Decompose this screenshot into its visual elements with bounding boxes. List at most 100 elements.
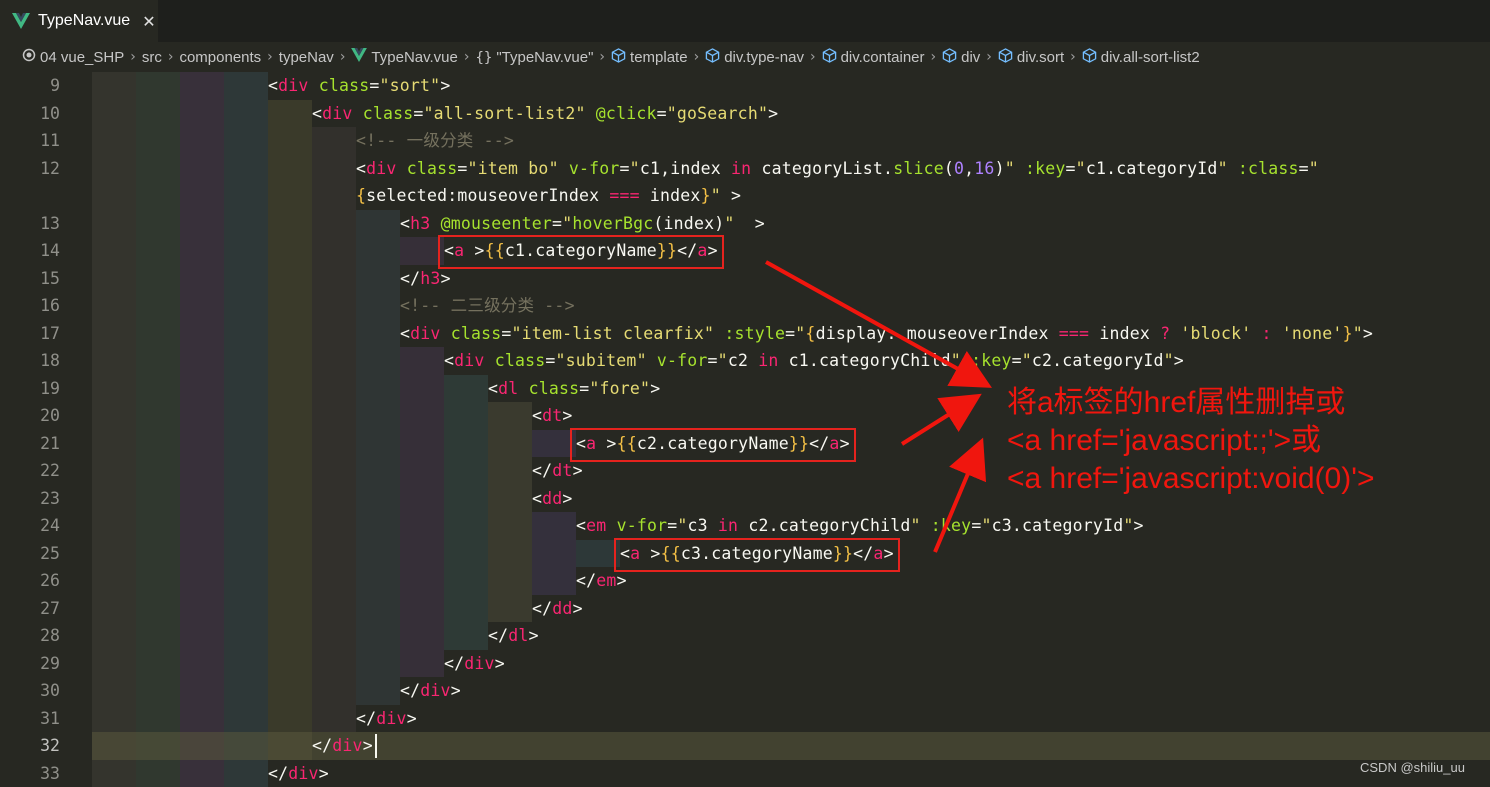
code-token: c2 — [728, 351, 758, 370]
code-token: 16 — [974, 159, 994, 178]
line-number: 24 — [0, 512, 60, 540]
code-line[interactable]: <em v-for="c3 in c2.categoryChild" :key=… — [576, 512, 1144, 540]
text-cursor — [375, 734, 377, 758]
breadcrumb-item[interactable]: TypeNav.vue — [351, 48, 457, 66]
breadcrumb-item[interactable]: div — [942, 48, 980, 67]
code-token: { — [805, 324, 815, 343]
code-token: " — [1022, 351, 1032, 370]
code-line[interactable]: <!-- 一级分类 --> — [356, 127, 514, 155]
code-line[interactable]: <div class="sort"> — [268, 72, 450, 100]
breadcrumb-item[interactable]: div.container — [822, 48, 925, 67]
code-token: = — [667, 516, 677, 535]
code-token — [485, 351, 495, 370]
breadcrumb-item[interactable]: div.sort — [998, 48, 1064, 67]
code-line[interactable]: <dd> — [532, 485, 573, 513]
code-token: ( — [944, 159, 954, 178]
annotation-line: <a href='javascript:;'>或 — [1007, 422, 1374, 460]
code-token: 'none' — [1282, 324, 1343, 343]
code-line[interactable]: <div class="item bo" v-for="c1,index in … — [356, 155, 1319, 183]
code-token: "sort" — [380, 76, 441, 95]
close-icon[interactable]: ✕ — [142, 12, 155, 31]
code-line[interactable]: </div> — [444, 650, 505, 678]
breadcrumb-label: components — [179, 49, 261, 66]
code-line[interactable]: </dl> — [488, 622, 539, 650]
code-token: div — [464, 654, 494, 673]
code-token: < — [268, 76, 278, 95]
code-token: index — [640, 186, 701, 205]
line-number: 19 — [0, 375, 60, 403]
code-token: dt — [552, 461, 572, 480]
code-token: :class — [1238, 159, 1299, 178]
code-token: index — [1089, 324, 1160, 343]
code-token: " — [1164, 351, 1174, 370]
code-token: " — [724, 214, 734, 233]
breadcrumb-item[interactable]: src — [142, 49, 162, 66]
line-number: 12 — [0, 155, 60, 183]
code-line[interactable]: </div> — [312, 732, 373, 760]
code-line[interactable]: {selected:mouseoverIndex === index}" > — [356, 182, 741, 210]
code-token: } — [701, 186, 711, 205]
code-token: v-for — [657, 351, 708, 370]
line-number: 15 — [0, 265, 60, 293]
code-line[interactable]: <div class="all-sort-list2" @click="goSe… — [312, 100, 778, 128]
editor-tab[interactable]: TypeNav.vue ✕ — [0, 0, 158, 42]
code-token: = — [579, 379, 589, 398]
code-token — [518, 379, 528, 398]
highlight-box — [570, 428, 856, 462]
code-token: hoverBgc — [572, 214, 653, 233]
code-token: </ — [356, 709, 376, 728]
chevron-right-icon: › — [340, 49, 346, 65]
code-token: class — [451, 324, 502, 343]
code-token: " — [1005, 159, 1015, 178]
breadcrumb-item[interactable]: div.type-nav — [705, 48, 804, 67]
code-token: class — [407, 159, 458, 178]
breadcrumb-item[interactable]: template — [611, 48, 688, 67]
line-number: 14 — [0, 237, 60, 265]
line-number: 25 — [0, 540, 60, 568]
code-token: class — [319, 76, 370, 95]
code-token: "item bo" — [468, 159, 559, 178]
code-token: = — [545, 351, 555, 370]
breadcrumb-label: typeNav — [279, 49, 334, 66]
code-line[interactable]: <div class="subitem" v-for="c2 in c1.cat… — [444, 347, 1184, 375]
code-line[interactable]: </h3> — [400, 265, 451, 293]
breadcrumb-item[interactable]: components — [179, 49, 261, 66]
code-token: = — [457, 159, 467, 178]
code-token — [586, 104, 596, 123]
code-token: v-for — [617, 516, 668, 535]
code-token: === — [1059, 324, 1089, 343]
code-line[interactable]: <!-- 二三级分类 --> — [400, 292, 575, 320]
code-token — [714, 324, 724, 343]
breadcrumb-label: div.sort — [1017, 49, 1064, 66]
code-token: > — [650, 379, 660, 398]
code-line[interactable]: </div> — [356, 705, 417, 733]
code-line[interactable]: </dd> — [532, 595, 583, 623]
breadcrumb-item[interactable]: typeNav — [279, 49, 334, 66]
breadcrumb-item[interactable]: {}"TypeNav.vue" — [475, 49, 593, 66]
code-token: > — [495, 654, 505, 673]
code-token — [1251, 324, 1261, 343]
code-token: in — [718, 516, 738, 535]
code-token: "subitem" — [556, 351, 647, 370]
code-token: "all-sort-list2" — [424, 104, 586, 123]
breadcrumb-item[interactable]: div.all-sort-list2 — [1082, 48, 1200, 67]
indent-guide — [356, 210, 400, 705]
indent-guide — [312, 127, 356, 732]
line-number: 28 — [0, 622, 60, 650]
code-line[interactable]: <h3 @mouseenter="hoverBgc(index)" > — [400, 210, 765, 238]
code-token: > — [562, 489, 572, 508]
code-token: = — [657, 104, 667, 123]
code-line[interactable]: <dl class="fore"> — [488, 375, 660, 403]
annotation-text: 将a标签的href属性删掉或 <a href='javascript:;'>或 … — [1007, 384, 1374, 498]
breadcrumb-label: div.container — [841, 49, 925, 66]
code-token: </ — [488, 626, 508, 645]
code-line[interactable]: <div class="item-list clearfix" :style="… — [400, 320, 1373, 348]
code-line[interactable]: <dt> — [532, 402, 573, 430]
breadcrumb-item[interactable]: 04 vue_SHP — [22, 48, 124, 66]
code-line[interactable]: </div> — [268, 760, 329, 787]
code-line[interactable]: </div> — [400, 677, 461, 705]
code-token: div — [376, 709, 406, 728]
code-token: { — [356, 186, 366, 205]
code-token: " — [630, 159, 640, 178]
code-token: h3 — [420, 269, 440, 288]
